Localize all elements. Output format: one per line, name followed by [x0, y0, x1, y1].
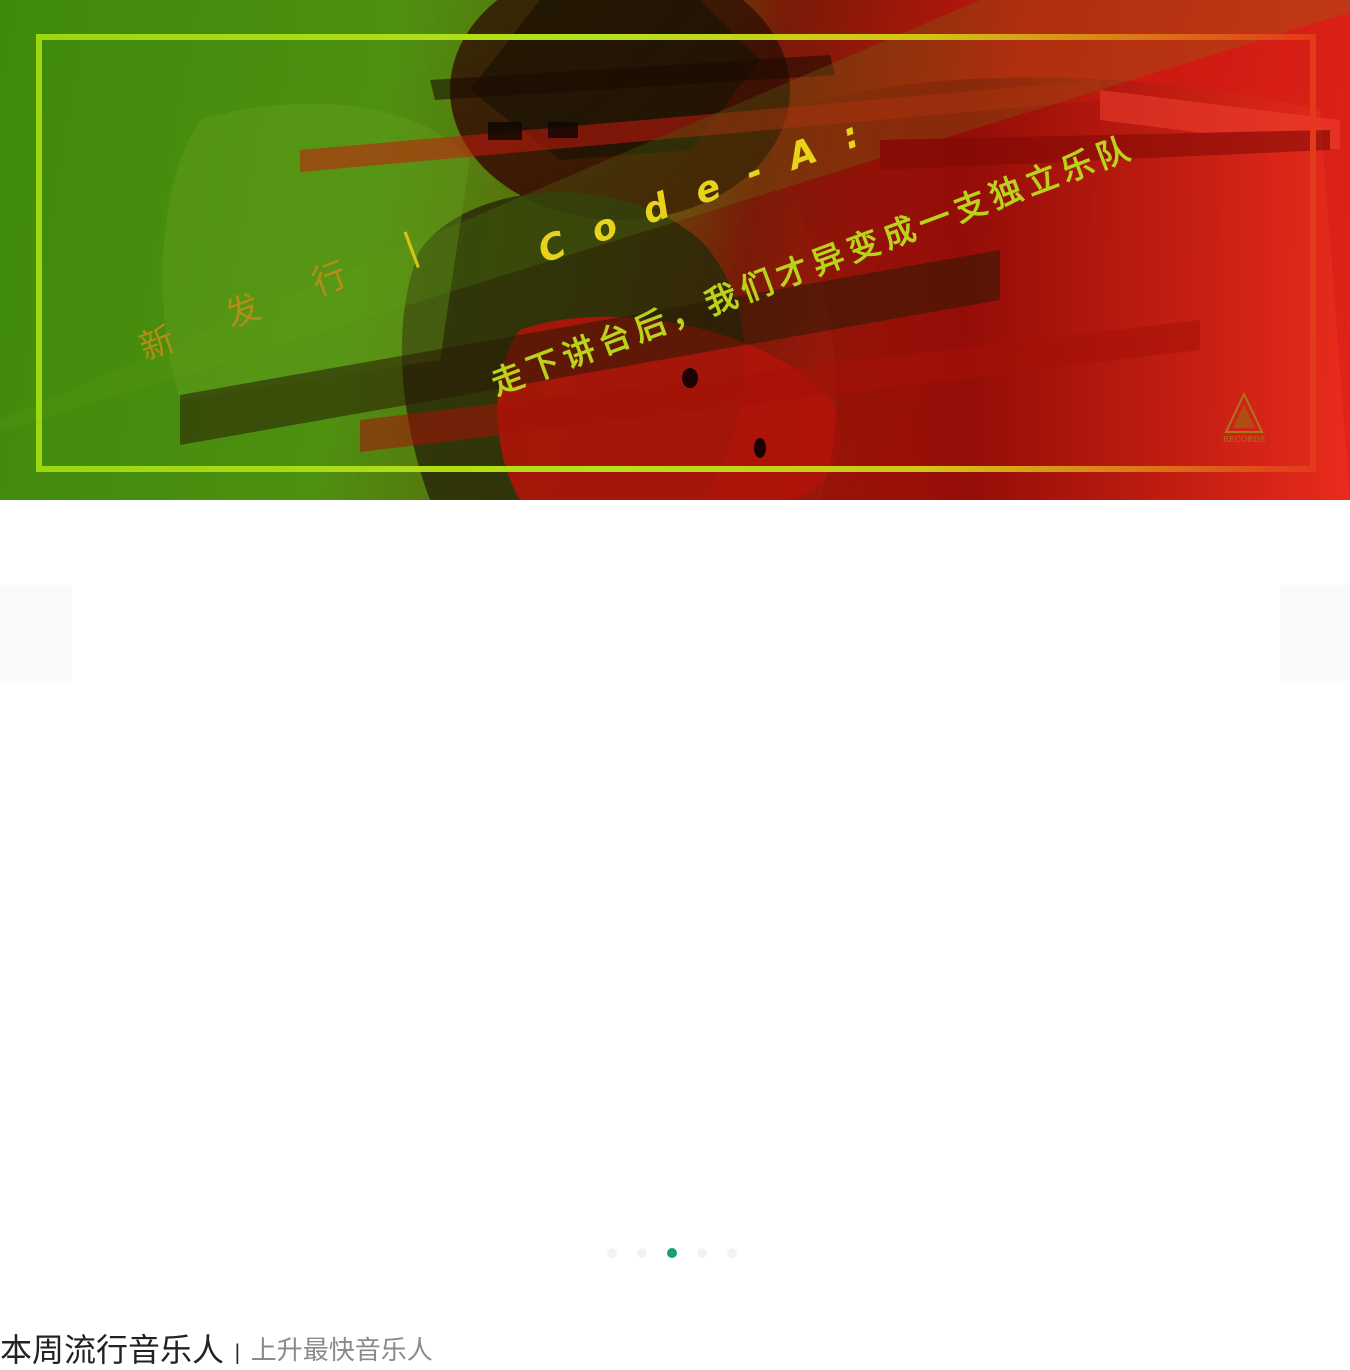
section-header: 本周流行音乐人 | 上升最快音乐人: [0, 1325, 433, 1370]
record-label-logo-text: RECORDS: [1223, 435, 1265, 444]
section-separator: |: [234, 1340, 241, 1364]
carousel-dot-active[interactable]: [667, 1248, 677, 1258]
page: 新发行| Code-A: 走下讲台后，我们才异变成一支独立乐队 RECORDS …: [0, 0, 1350, 1370]
record-label-logo: RECORDS: [1223, 392, 1265, 444]
tab-popular-artists[interactable]: 本周流行音乐人: [0, 1330, 224, 1370]
carousel-dot[interactable]: [607, 1248, 617, 1258]
banner-photo-art: [0, 0, 1350, 500]
carousel-area: [0, 500, 1350, 1280]
carousel-dot[interactable]: [697, 1248, 707, 1258]
carousel-dot[interactable]: [637, 1248, 647, 1258]
carousel-pagination: [607, 1245, 737, 1261]
carousel-prev-button[interactable]: [0, 585, 72, 681]
carousel-next-button[interactable]: [1280, 585, 1350, 681]
tab-rising-artists[interactable]: 上升最快音乐人: [251, 1332, 433, 1370]
featured-banner[interactable]: 新发行| Code-A: 走下讲台后，我们才异变成一支独立乐队 RECORDS: [0, 0, 1350, 500]
carousel-dot[interactable]: [727, 1248, 737, 1258]
